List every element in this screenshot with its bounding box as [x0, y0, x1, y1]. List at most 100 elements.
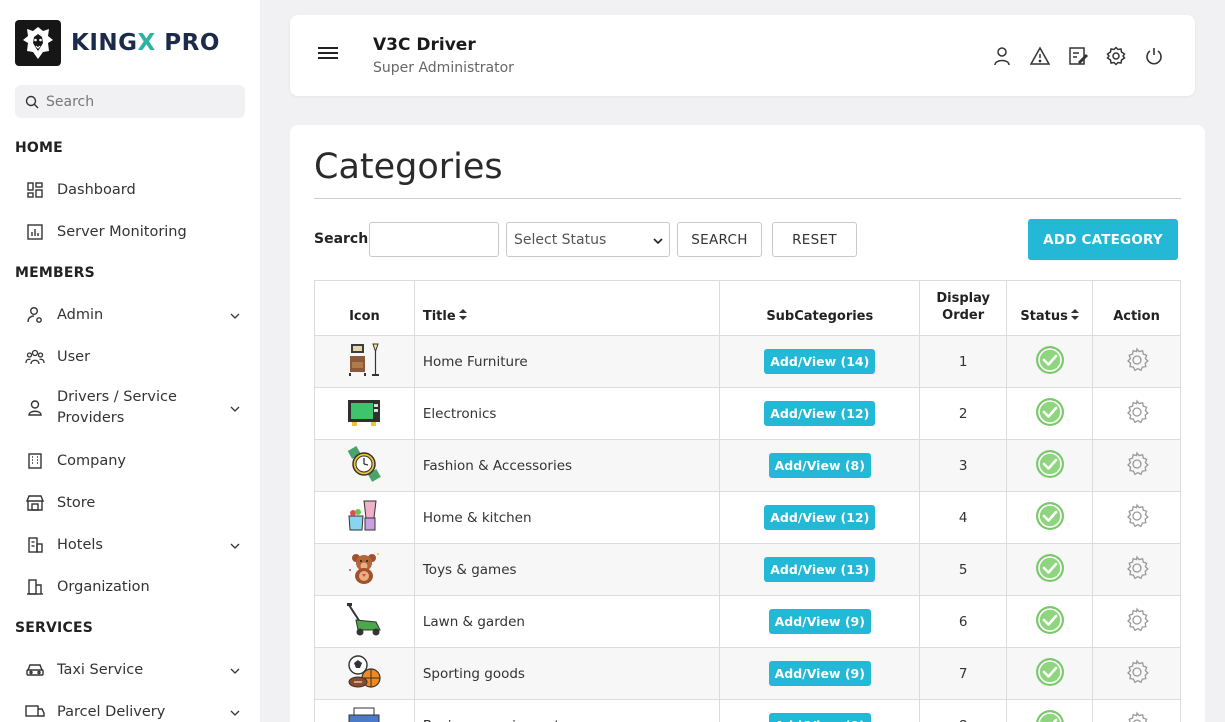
driver-icon: [24, 397, 46, 419]
category-icon-cell: [314, 387, 415, 440]
main-content: Categories Search: Select Status SEARCH …: [290, 125, 1205, 722]
display-order-cell: 6: [919, 595, 1008, 648]
user-profile-icon[interactable]: [991, 45, 1013, 67]
kitchen-blender-icon: [345, 497, 383, 535]
category-title: Lawn & garden: [413, 595, 721, 648]
add-view-subcategories-button[interactable]: Add/View (8): [768, 453, 871, 478]
sidebar-item-organization[interactable]: Organization: [15, 576, 245, 598]
sidebar-item-company[interactable]: Company: [15, 450, 245, 472]
section-members: MEMBERS: [15, 265, 95, 281]
gear-icon[interactable]: [1124, 502, 1150, 529]
parcel-truck-icon: [24, 701, 46, 722]
sidebar-item-label: Admin: [57, 306, 104, 323]
sports-balls-icon: [345, 653, 383, 691]
action-cell: [1092, 387, 1181, 440]
warning-icon[interactable]: [1029, 45, 1051, 67]
sidebar-item-user[interactable]: User: [15, 346, 245, 368]
gear-icon[interactable]: [1124, 658, 1150, 685]
subcategories-cell: Add/View (9): [719, 595, 921, 648]
sidebar-item-parcel-delivery[interactable]: Parcel Delivery: [15, 701, 245, 722]
sidebar-item-drivers[interactable]: Drivers / Service Providers: [15, 387, 245, 429]
search-button[interactable]: SEARCH: [677, 222, 762, 257]
settings-icon[interactable]: [1105, 45, 1127, 67]
add-view-subcategories-button[interactable]: Add/View (9): [768, 609, 871, 634]
status-select[interactable]: Select Status: [506, 222, 670, 257]
category-title: Home Furniture: [413, 335, 721, 388]
add-view-subcategories-button[interactable]: Add/View (13): [764, 557, 876, 582]
subcategories-cell: Add/View (14): [719, 335, 921, 388]
active-check-icon[interactable]: [1035, 345, 1065, 375]
add-view-subcategories-button[interactable]: Add/View (12): [764, 401, 876, 426]
sidebar-search-placeholder: Search: [46, 93, 95, 110]
search-input[interactable]: [369, 222, 499, 257]
category-title: Toys & games: [413, 543, 721, 596]
active-check-icon[interactable]: [1035, 657, 1065, 687]
table-row: Home Furniture Add/View (14) 1: [314, 335, 1181, 388]
subcategories-cell: Add/View (9): [719, 699, 921, 722]
lion-logo-icon: [15, 20, 61, 66]
gear-icon[interactable]: [1124, 554, 1150, 581]
sidebar-item-server-monitoring[interactable]: Server Monitoring: [15, 221, 245, 243]
table-row: Sporting goods Add/View (9) 7: [314, 647, 1181, 700]
status-cell: [1006, 491, 1094, 544]
category-title: Home & kitchen: [413, 491, 721, 544]
categories-table: Icon Title SubCategories Display Order S…: [314, 280, 1181, 722]
sidebar-item-store[interactable]: Store: [15, 492, 245, 514]
active-check-icon[interactable]: [1035, 501, 1065, 531]
column-header-status[interactable]: Status: [1006, 280, 1094, 336]
hamburger-menu-icon[interactable]: [318, 47, 338, 63]
sidebar-item-dashboard[interactable]: Dashboard: [15, 179, 245, 201]
category-icon-cell: [314, 647, 415, 700]
gear-icon[interactable]: [1124, 398, 1150, 425]
active-check-icon[interactable]: [1035, 709, 1065, 722]
sidebar-item-taxi-service[interactable]: Taxi Service: [15, 659, 245, 681]
active-check-icon[interactable]: [1035, 449, 1065, 479]
display-order-cell: 1: [919, 335, 1008, 388]
title-divider: [314, 198, 1181, 199]
subcategories-cell: Add/View (13): [719, 543, 921, 596]
action-cell: [1092, 595, 1181, 648]
display-order-cell: 5: [919, 543, 1008, 596]
column-header-display-order: Display Order: [919, 280, 1008, 336]
category-icon-cell: [314, 595, 415, 648]
status-cell: [1006, 439, 1094, 492]
gear-icon[interactable]: [1124, 346, 1150, 373]
display-order-cell: 4: [919, 491, 1008, 544]
add-category-button[interactable]: ADD CATEGORY: [1028, 219, 1178, 260]
business-printer-icon: [345, 705, 383, 722]
sidebar-item-label: Store: [57, 494, 96, 511]
gear-icon[interactable]: [1124, 606, 1150, 633]
active-check-icon[interactable]: [1035, 605, 1065, 635]
power-icon[interactable]: [1143, 45, 1165, 67]
category-icon-cell: [314, 491, 415, 544]
add-view-subcategories-button[interactable]: Add/View (12): [764, 505, 876, 530]
sidebar-item-label: Parcel Delivery: [57, 703, 166, 720]
category-icon-cell: [314, 335, 415, 388]
top-header: V3C Driver Super Administrator: [290, 15, 1195, 96]
users-group-icon: [24, 346, 46, 368]
chevron-down-icon: [230, 662, 240, 678]
brand[interactable]: KINGX PRO: [15, 20, 220, 66]
action-cell: [1092, 647, 1181, 700]
page-title: Categories: [314, 147, 503, 187]
add-view-subcategories-button[interactable]: Add/View (9): [768, 713, 871, 722]
gear-icon[interactable]: [1124, 450, 1150, 477]
active-check-icon[interactable]: [1035, 553, 1065, 583]
subcategories-cell: Add/View (9): [719, 647, 921, 700]
sidebar-item-hotels[interactable]: Hotels: [15, 534, 245, 556]
table-row: Home & kitchen Add/View (12) 4: [314, 491, 1181, 544]
column-header-title[interactable]: Title: [413, 280, 721, 336]
admin-user-icon: [24, 304, 46, 326]
sidebar-search-input[interactable]: Search: [15, 85, 245, 118]
action-cell: [1092, 491, 1181, 544]
add-view-subcategories-button[interactable]: Add/View (9): [768, 661, 871, 686]
gear-icon[interactable]: [1124, 710, 1150, 722]
display-order-cell: 7: [919, 647, 1008, 700]
reset-button[interactable]: RESET: [772, 222, 857, 257]
dashboard-icon: [24, 179, 46, 201]
teddy-bear-icon: [345, 549, 383, 587]
edit-note-icon[interactable]: [1067, 45, 1089, 67]
add-view-subcategories-button[interactable]: Add/View (14): [764, 349, 876, 374]
sidebar-item-admin[interactable]: Admin: [15, 304, 245, 326]
active-check-icon[interactable]: [1035, 397, 1065, 427]
